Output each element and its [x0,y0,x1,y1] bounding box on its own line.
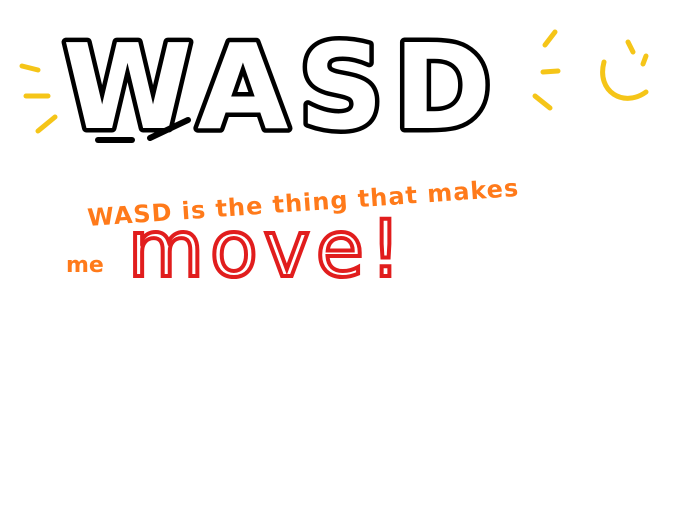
title-text: WASD [62,18,501,156]
line2-emphasis-text: move! [128,205,407,295]
title-wasd: WASD [58,14,501,161]
drawing-canvas: WASD WASD is the thing that makes me mov… [0,0,696,519]
sun-rays-icon [532,29,561,111]
sun-rays-icon [19,63,58,134]
smiley-face-icon [600,39,649,101]
drawing-svg: WASD WASD is the thing that makes me mov… [19,14,649,297]
line2-prefix-text: me [66,253,104,278]
